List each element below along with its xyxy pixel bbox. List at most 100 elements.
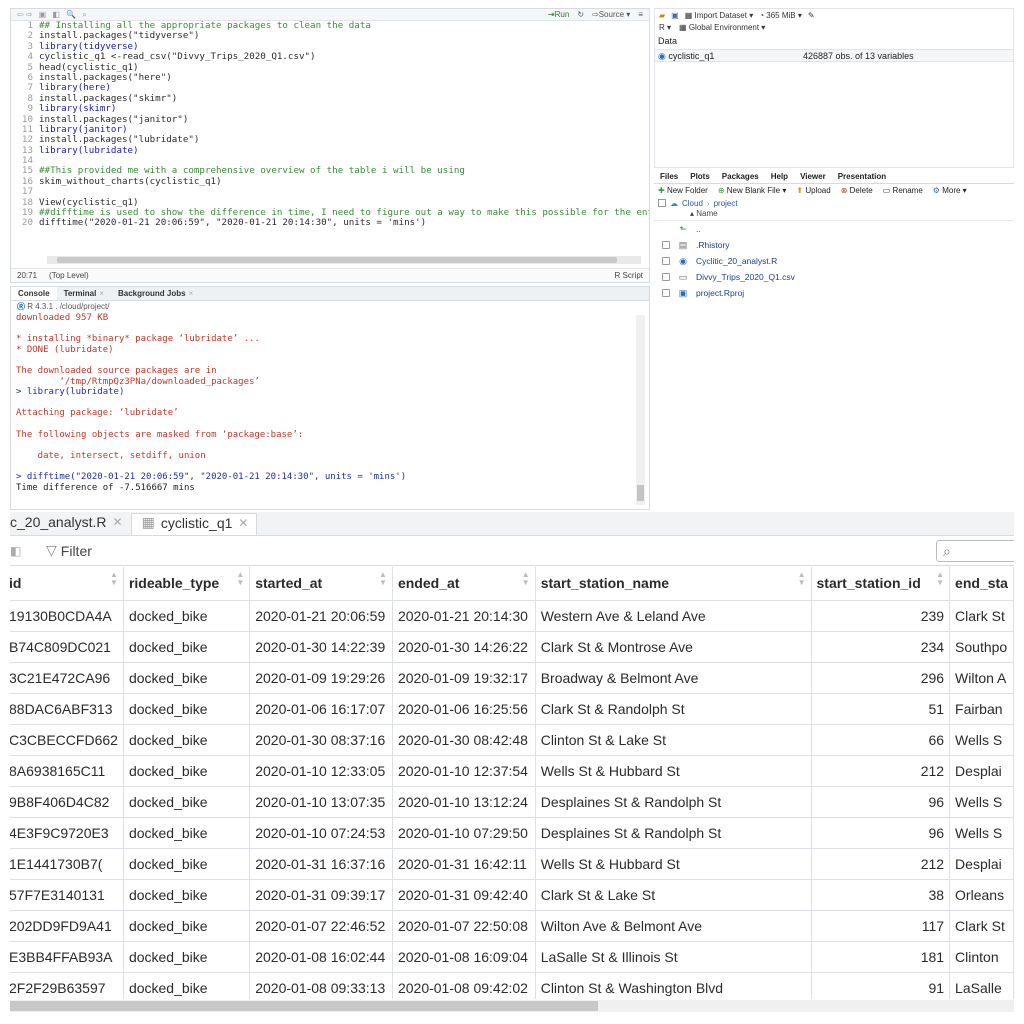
table-cell[interactable]: 8A6938165C11: [10, 755, 124, 787]
table-cell[interactable]: E3BB4FFAB93A: [10, 941, 124, 973]
file-name[interactable]: .Rhistory: [696, 240, 730, 250]
table-cell[interactable]: 2020-01-31 09:42:40: [392, 879, 536, 911]
file-type-indicator[interactable]: R Script: [615, 269, 649, 282]
table-cell[interactable]: 2020-01-06 16:25:56: [392, 693, 536, 725]
grid-horizontal-scrollbar[interactable]: [10, 1000, 1014, 1012]
table-cell[interactable]: Desplaines St & Randolph St: [535, 817, 812, 849]
table-cell[interactable]: Clark St & Lake St: [535, 879, 812, 911]
table-cell[interactable]: Wells St & Hubbard St: [535, 848, 812, 880]
sort-icon[interactable]: ▲ ▼: [522, 571, 530, 587]
file-row[interactable]: ▤ .Rhistory: [654, 237, 1014, 253]
file-name[interactable]: ..: [696, 224, 701, 234]
table-cell[interactable]: LaSalle: [949, 972, 1014, 999]
column-header[interactable]: started_at ▲ ▼: [249, 567, 393, 601]
table-cell[interactable]: 96: [811, 817, 951, 849]
table-cell[interactable]: 2F2F29B63597: [10, 972, 124, 999]
table-cell[interactable]: 2020-01-07 22:50:08: [392, 910, 536, 942]
table-cell[interactable]: 2020-01-08 16:09:04: [392, 941, 536, 973]
table-cell[interactable]: Clark St & Randolph St: [535, 693, 812, 725]
rename-button[interactable]: ▭ Rename: [883, 186, 923, 195]
table-cell[interactable]: 2020-01-30 14:26:22: [392, 631, 536, 663]
upload-button[interactable]: ⬆ Upload: [796, 186, 830, 195]
table-cell[interactable]: Western Ave & Leland Ave: [535, 600, 812, 632]
code-line[interactable]: 9 library(skimr): [11, 103, 649, 114]
breadcrumb-cloud[interactable]: Cloud: [682, 199, 703, 208]
table-cell[interactable]: B74C809DC021: [10, 631, 124, 663]
memory-usage[interactable]: ◔ 365 MiB ▾: [759, 11, 802, 20]
close-icon[interactable]: ×: [99, 289, 104, 298]
table-cell[interactable]: 117: [811, 910, 951, 942]
code-line[interactable]: 4 cyclistic_q1 <-read_csv("Divvy_Trips_20…: [11, 51, 649, 62]
table-cell[interactable]: 2020-01-09 19:32:17: [392, 662, 536, 694]
table-cell[interactable]: 19130B0CDA4A: [10, 600, 124, 632]
code-area[interactable]: 1 ## Installing all the appropriate packa…: [11, 21, 649, 264]
code-line[interactable]: 13 library(lubridate): [11, 145, 649, 156]
table-cell[interactable]: 239: [811, 600, 951, 632]
file-row[interactable]: ▣ project.Rproj: [654, 285, 1014, 301]
table-cell[interactable]: 2020-01-10 13:07:35: [249, 786, 393, 818]
table-cell[interactable]: docked_bike: [123, 724, 251, 756]
file-name[interactable]: Cyclitic_20_analyst.R: [696, 256, 777, 266]
table-cell[interactable]: 212: [811, 755, 951, 787]
table-cell[interactable]: Clark St & Montrose Ave: [535, 631, 812, 663]
tab-plots[interactable]: Plots: [684, 170, 716, 183]
close-icon[interactable]: ×: [189, 289, 194, 298]
table-cell[interactable]: Desplaines St & Randolph St: [535, 786, 812, 818]
sort-icon[interactable]: ▲ ▼: [379, 571, 387, 587]
table-cell[interactable]: 88DAC6ABF313: [10, 693, 124, 725]
sort-icon[interactable]: ▲ ▼: [236, 571, 244, 587]
file-name[interactable]: Divvy_Trips_2020_Q1.csv: [696, 272, 795, 282]
file-checkbox[interactable]: [662, 273, 670, 281]
column-header[interactable]: rideable_type ▲ ▼: [123, 567, 251, 601]
clear-workspace-icon[interactable]: ✎: [808, 11, 815, 20]
editor-toolbar-icons[interactable]: ⇦⇨ ▣ ◧ 🔍 ⌕: [17, 10, 89, 20]
table-cell[interactable]: 2020-01-31 16:37:16: [249, 848, 393, 880]
table-cell[interactable]: Broadway & Belmont Ave: [535, 662, 812, 694]
file-row[interactable]: ◉ Cyclitic_20_analyst.R: [654, 253, 1014, 269]
table-cell[interactable]: docked_bike: [123, 693, 251, 725]
tab-presentation[interactable]: Presentation: [832, 170, 892, 183]
column-header[interactable]: ended_at ▲ ▼: [392, 567, 536, 601]
run-button[interactable]: ⇥Run: [548, 10, 569, 19]
table-cell[interactable]: 91: [811, 972, 951, 999]
language-select[interactable]: R ▾: [659, 23, 671, 32]
table-cell[interactable]: Clinton: [949, 941, 1014, 973]
table-cell[interactable]: docked_bike: [123, 600, 251, 632]
table-cell[interactable]: 2020-01-21 20:14:30: [392, 600, 536, 632]
table-cell[interactable]: 202DD9FD9A41: [10, 910, 124, 942]
table-cell[interactable]: Desplai: [949, 755, 1014, 787]
table-row[interactable]: 8A6938165C11 docked_bike 2020-01-10 12:33:…: [10, 755, 1014, 787]
rerun-icon[interactable]: ↻: [577, 10, 584, 19]
sort-icon[interactable]: ▲ ▼: [110, 571, 118, 587]
column-header[interactable]: end_sta: [949, 567, 1014, 601]
tab-viewer[interactable]: Viewer: [794, 170, 832, 183]
environment-row[interactable]: ◉ cyclistic_q1 426887 obs. of 13 variabl…: [655, 49, 1013, 62]
table-cell[interactable]: 181: [811, 941, 951, 973]
code-line[interactable]: 20 difftime("2020-01-21 20:06:59", "2020-…: [11, 218, 649, 229]
table-cell[interactable]: 38: [811, 879, 951, 911]
table-cell[interactable]: 2020-01-08 09:33:13: [249, 972, 393, 999]
table-cell[interactable]: 96: [811, 786, 951, 818]
nav-icon[interactable]: ◧: [10, 544, 21, 558]
table-cell[interactable]: 2020-01-09 19:29:26: [249, 662, 393, 694]
search-input[interactable]: ⌕: [936, 540, 1014, 562]
tab-console[interactable]: Console: [11, 287, 57, 300]
table-row[interactable]: )1E1441730B7 docked_bike 2020-01-31 16:37:…: [10, 848, 1014, 880]
file-checkbox[interactable]: [662, 241, 670, 249]
table-row[interactable]: 202DD9FD9A41 docked_bike 2020-01-07 22:46:…: [10, 910, 1014, 942]
open-workspace-icon[interactable]: ▰: [659, 11, 665, 20]
table-row[interactable]: 2F2F29B63597 docked_bike 2020-01-08 09:33:…: [10, 972, 1014, 999]
table-cell[interactable]: Clark St: [949, 910, 1014, 942]
table-cell[interactable]: Wells S: [949, 817, 1014, 849]
table-cell[interactable]: )1E1441730B7: [10, 848, 124, 880]
table-cell[interactable]: 2020-01-30 08:37:16: [249, 724, 393, 756]
editor-horizontal-scrollbar[interactable]: [47, 256, 641, 264]
table-cell[interactable]: docked_bike: [123, 631, 251, 663]
table-row[interactable]: C3CBECCFD662 docked_bike 2020-01-30 08:37:…: [10, 724, 1014, 756]
table-cell[interactable]: 2020-01-30 14:22:39: [249, 631, 393, 663]
sort-icon[interactable]: ▲ ▼: [936, 571, 944, 587]
new-blank-file-button[interactable]: ⊕ New Blank File ▾: [718, 186, 787, 195]
table-row[interactable]: B74C809DC021 docked_bike 2020-01-30 14:22:…: [10, 631, 1014, 663]
table-cell[interactable]: 2020-01-10 07:29:50: [392, 817, 536, 849]
table-row[interactable]: 3C21E472CA96 docked_bike 2020-01-09 19:29:…: [10, 662, 1014, 694]
